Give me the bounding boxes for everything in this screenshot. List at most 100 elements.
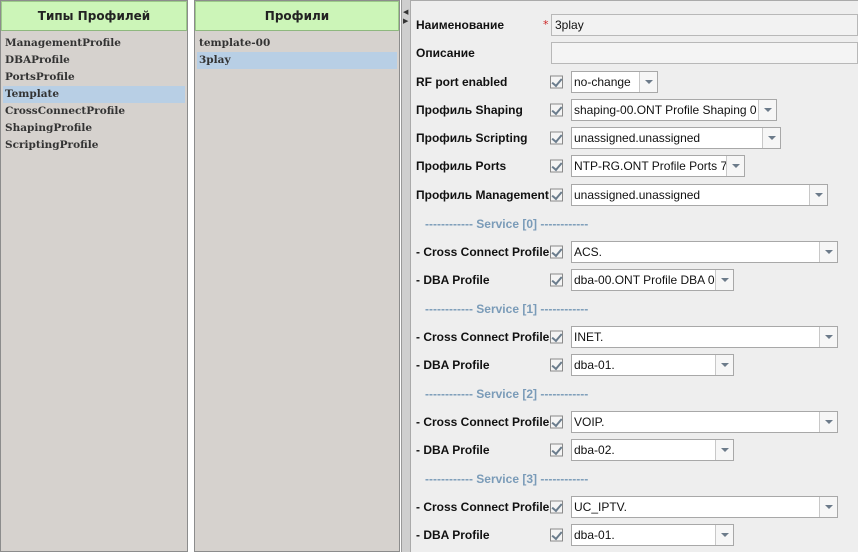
chevron-down-icon[interactable] xyxy=(716,355,733,375)
profiles-header: Профили xyxy=(195,1,399,31)
service-header-label: ------------ Service [3] ------------ xyxy=(425,472,589,486)
cross-connect-checkbox[interactable] xyxy=(550,415,563,429)
chevron-down-icon[interactable] xyxy=(727,156,744,176)
cross-connect-select[interactable]: ACS. xyxy=(571,241,838,263)
service-header-label: ------------ Service [1] ------------ xyxy=(425,302,589,316)
list-item[interactable]: ScriptingProfile xyxy=(3,137,185,154)
service-0-cc-row: - Cross Connect Profile ACS. xyxy=(411,238,858,266)
chevron-down-icon[interactable] xyxy=(820,242,837,262)
chevron-down-icon[interactable] xyxy=(810,185,827,205)
cross-connect-checkbox[interactable] xyxy=(550,330,563,344)
dba-select[interactable]: dba-01. xyxy=(571,524,734,546)
chevron-down-icon[interactable] xyxy=(716,440,733,460)
dba-checkbox[interactable] xyxy=(550,358,563,372)
management-checkbox[interactable] xyxy=(550,188,563,202)
ports-value: NTP-RG.ONT Profile Ports 7 xyxy=(572,156,727,176)
shaping-select[interactable]: shaping-00.ONT Profile Shaping 0 xyxy=(571,99,777,121)
dba-value: dba-02. xyxy=(572,440,716,460)
cross-connect-select[interactable]: INET. xyxy=(571,326,838,348)
chevron-down-icon[interactable] xyxy=(820,327,837,347)
shaping-row: Профиль Shaping shaping-00.ONT Profile S… xyxy=(411,96,858,124)
dba-label: - DBA Profile xyxy=(416,528,490,542)
service-header-label: ------------ Service [2] ------------ xyxy=(425,387,589,401)
profile-form: Наименование * 3play Описание RF port en… xyxy=(410,0,858,552)
chevron-down-icon[interactable] xyxy=(759,100,776,120)
service-3-header: ------------ Service [3] ------------ xyxy=(411,465,858,493)
dba-select[interactable]: dba-02. xyxy=(571,439,734,461)
name-row: Наименование * 3play xyxy=(411,11,858,39)
dba-select[interactable]: dba-01. xyxy=(571,354,734,376)
list-item[interactable]: ManagementProfile xyxy=(3,35,185,52)
dba-checkbox[interactable] xyxy=(550,273,563,287)
dba-label: - DBA Profile xyxy=(416,358,490,372)
ports-select[interactable]: NTP-RG.ONT Profile Ports 7 xyxy=(571,155,745,177)
list-item[interactable]: 3play xyxy=(197,52,397,69)
list-item[interactable]: ShapingProfile xyxy=(3,120,185,137)
list-item[interactable]: PortsProfile xyxy=(3,69,185,86)
dba-select[interactable]: dba-00.ONT Profile DBA 0 xyxy=(571,269,734,291)
service-1-dba-row: - DBA Profile dba-01. xyxy=(411,351,858,379)
cross-connect-value: ACS. xyxy=(572,242,820,262)
chevron-down-icon[interactable] xyxy=(820,497,837,517)
service-header-label: ------------ Service [0] ------------ xyxy=(425,217,589,231)
scripting-checkbox[interactable] xyxy=(550,131,563,145)
chevron-down-icon[interactable] xyxy=(716,270,733,290)
cross-connect-checkbox[interactable] xyxy=(550,500,563,514)
chevron-down-icon[interactable] xyxy=(640,72,657,92)
service-2-header: ------------ Service [2] ------------ xyxy=(411,380,858,408)
service-3-dba-row: - DBA Profile dba-01. xyxy=(411,521,858,549)
profile-types-list: ManagementProfile DBAProfile PortsProfil… xyxy=(3,35,185,154)
shaping-value: shaping-00.ONT Profile Shaping 0 xyxy=(572,100,759,120)
management-select[interactable]: unassigned.unassigned xyxy=(571,184,828,206)
service-3-cc-row: - Cross Connect Profile UC_IPTV. xyxy=(411,493,858,521)
ports-row: Профиль Ports NTP-RG.ONT Profile Ports 7 xyxy=(411,152,858,180)
required-marker: * xyxy=(543,17,549,31)
collapse-right-icon[interactable]: ▶ xyxy=(403,17,408,25)
shaping-checkbox[interactable] xyxy=(550,103,563,117)
description-input[interactable] xyxy=(551,42,858,64)
rf-port-select[interactable]: no-change xyxy=(571,71,658,93)
service-1-header: ------------ Service [1] ------------ xyxy=(411,295,858,323)
description-label: Описание xyxy=(416,46,475,60)
scripting-select[interactable]: unassigned.unassigned xyxy=(571,127,781,149)
chevron-down-icon[interactable] xyxy=(716,525,733,545)
cross-connect-select[interactable]: VOIP. xyxy=(571,411,838,433)
management-label: Профиль Management xyxy=(416,188,549,202)
rf-port-label: RF port enabled xyxy=(416,75,508,89)
name-input[interactable]: 3play xyxy=(551,14,858,36)
collapse-left-icon[interactable]: ◀ xyxy=(403,8,408,16)
cross-connect-label: - Cross Connect Profile xyxy=(416,245,550,259)
profile-types-header: Типы Профилей xyxy=(1,1,187,31)
service-2-dba-row: - DBA Profile dba-02. xyxy=(411,436,858,464)
list-item[interactable]: template-00 xyxy=(197,35,397,52)
list-item[interactable]: CrossConnectProfile xyxy=(3,103,185,120)
description-row: Описание xyxy=(411,39,858,67)
cross-connect-label: - Cross Connect Profile xyxy=(416,415,550,429)
dba-label: - DBA Profile xyxy=(416,273,490,287)
scripting-row: Профиль Scripting unassigned.unassigned xyxy=(411,124,858,152)
split-pane-divider[interactable]: ◀ ▶ xyxy=(401,0,410,552)
management-value: unassigned.unassigned xyxy=(572,185,810,205)
list-item[interactable]: DBAProfile xyxy=(3,52,185,69)
rf-port-checkbox[interactable] xyxy=(550,75,563,89)
cross-connect-value: VOIP. xyxy=(572,412,820,432)
ports-label: Профиль Ports xyxy=(416,159,507,173)
dba-value: dba-01. xyxy=(572,355,716,375)
service-0-dba-row: - DBA Profile dba-00.ONT Profile DBA 0 xyxy=(411,266,858,294)
dba-checkbox[interactable] xyxy=(550,443,563,457)
rf-port-value: no-change xyxy=(572,72,640,92)
scripting-value: unassigned.unassigned xyxy=(572,128,763,148)
cross-connect-select[interactable]: UC_IPTV. xyxy=(571,496,838,518)
dba-label: - DBA Profile xyxy=(416,443,490,457)
ports-checkbox[interactable] xyxy=(550,159,563,173)
cross-connect-checkbox[interactable] xyxy=(550,245,563,259)
dba-checkbox[interactable] xyxy=(550,528,563,542)
name-label: Наименование xyxy=(416,18,505,32)
dba-value: dba-00.ONT Profile DBA 0 xyxy=(572,270,716,290)
list-item[interactable]: Template xyxy=(3,86,185,103)
chevron-down-icon[interactable] xyxy=(763,128,780,148)
profiles-list: template-00 3play xyxy=(197,35,397,69)
profiles-panel: Профили template-00 3play xyxy=(194,0,400,552)
dba-value: dba-01. xyxy=(572,525,716,545)
chevron-down-icon[interactable] xyxy=(820,412,837,432)
